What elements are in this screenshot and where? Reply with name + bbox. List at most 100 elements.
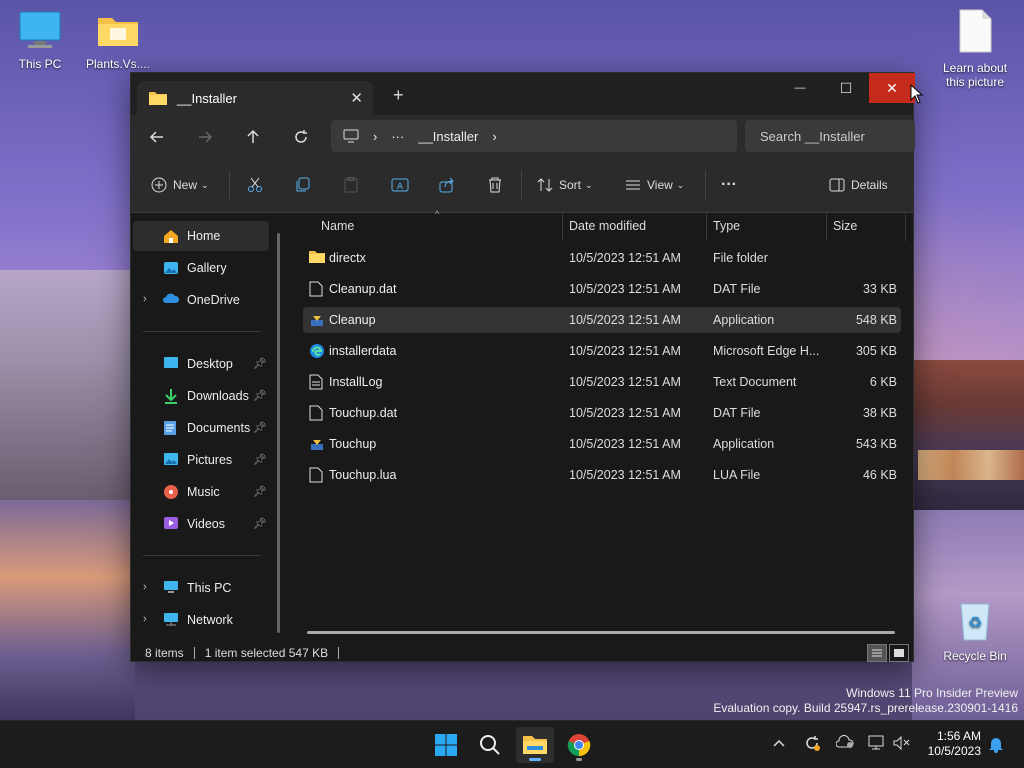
sidebar-item-onedrive[interactable]: › OneDrive: [133, 285, 269, 315]
breadcrumb-installer[interactable]: __Installer: [418, 129, 478, 144]
sidebar-item-gallery[interactable]: Gallery: [133, 253, 269, 283]
file-date: 10/5/2023 12:51 AM: [569, 313, 681, 327]
sidebar-item-label: Downloads: [187, 389, 249, 403]
search-button[interactable]: [471, 727, 509, 763]
view-button[interactable]: View ⌄: [625, 173, 684, 197]
desktop-plants-vs[interactable]: Plants.Vs....: [78, 10, 158, 71]
table-row-selected[interactable]: Cleanup 10/5/2023 12:51 AM Application 5…: [303, 307, 901, 333]
column-header-type[interactable]: Type: [713, 219, 740, 233]
watermark-line-1: Windows 11 Pro Insider Preview: [846, 686, 1018, 700]
desktop-recycle-bin[interactable]: ♻ Recycle Bin: [935, 598, 1015, 663]
column-divider[interactable]: [562, 213, 563, 241]
sort-button[interactable]: Sort ⌄: [537, 173, 593, 197]
horizontal-scrollbar[interactable]: [307, 631, 895, 634]
column-header-row: Name ^ Date modified Type Size: [289, 209, 915, 241]
sidebar-item-downloads[interactable]: Downloads 📌︎: [133, 381, 269, 411]
active-indicator: [529, 758, 541, 761]
chevron-right-icon[interactable]: ›: [143, 613, 147, 625]
forward-button[interactable]: [193, 125, 217, 149]
pin-icon[interactable]: 📌︎: [253, 421, 267, 434]
clock[interactable]: 1:56 AM 10/5/2023: [915, 729, 981, 759]
desktop-icon-label: Recycle Bin: [943, 649, 1007, 663]
column-divider[interactable]: [826, 213, 827, 241]
sidebar-item-this-pc[interactable]: › This PC: [133, 573, 269, 603]
minimize-button[interactable]: —: [777, 73, 823, 103]
file-size: 305 KB: [855, 344, 897, 358]
sidebar-item-videos[interactable]: Videos 📌︎: [133, 509, 269, 539]
sidebar-item-pictures[interactable]: Pictures 📌︎: [133, 445, 269, 475]
new-button[interactable]: New ⌄: [151, 173, 209, 197]
sidebar-item-label: Music: [187, 485, 220, 499]
column-divider[interactable]: [706, 213, 707, 241]
column-header-name[interactable]: Name: [321, 219, 354, 233]
sidebar-item-desktop[interactable]: Desktop 📌︎: [133, 349, 269, 379]
column-divider[interactable]: [905, 213, 906, 241]
desktop-this-pc[interactable]: This PC: [0, 10, 80, 71]
taskbar-chrome[interactable]: [560, 727, 598, 763]
details-button[interactable]: Details: [829, 173, 888, 197]
tiles-view-button[interactable]: [889, 644, 909, 662]
wallpaper-water-left: [0, 500, 135, 720]
back-button[interactable]: [145, 125, 169, 149]
file-type: Text Document: [713, 375, 797, 389]
view-list-icon: [626, 180, 640, 190]
start-button[interactable]: [427, 727, 465, 763]
column-header-size[interactable]: Size: [833, 219, 857, 233]
up-button[interactable]: [241, 125, 265, 149]
share-icon: [439, 177, 454, 193]
delete-button[interactable]: [487, 173, 509, 197]
sidebar-item-documents[interactable]: Documents 📌︎: [133, 413, 269, 443]
sidebar-item-label: Videos: [187, 517, 225, 531]
sync-icon[interactable]: [803, 734, 821, 755]
table-row[interactable]: Touchup.dat 10/5/2023 12:51 AM DAT File …: [303, 400, 901, 426]
network-tray-icon[interactable]: [868, 735, 886, 754]
pin-icon[interactable]: 📌︎: [253, 389, 267, 402]
address-bar[interactable]: › ··· __Installer ›: [331, 120, 737, 152]
volume-muted-icon[interactable]: [893, 735, 911, 754]
gallery-icon: [164, 262, 178, 274]
table-row[interactable]: directx 10/5/2023 12:51 AM File folder: [303, 245, 901, 271]
selection-info: 1 item selected 547 KB: [204, 646, 329, 660]
table-row[interactable]: InstallLog 10/5/2023 12:51 AM Text Docum…: [303, 369, 901, 395]
new-tab-button[interactable]: +: [393, 85, 404, 106]
rename-button[interactable]: A: [391, 173, 415, 197]
sidebar-item-home[interactable]: Home: [133, 221, 269, 251]
taskbar-file-explorer[interactable]: [516, 727, 554, 763]
desktop-learn-picture[interactable]: Learn about this picture: [935, 8, 1015, 89]
tab-installer[interactable]: __Installer ✕: [137, 81, 373, 115]
sidebar-item-music[interactable]: Music 📌︎: [133, 477, 269, 507]
pin-icon[interactable]: 📌︎: [253, 357, 267, 370]
clock-time: 1:56 AM: [936, 729, 981, 743]
close-tab-icon[interactable]: ✕: [350, 89, 363, 107]
chevron-right-icon[interactable]: ›: [143, 293, 147, 305]
chevron-right-icon[interactable]: ›: [143, 581, 147, 593]
paste-button[interactable]: [343, 173, 365, 197]
close-window-button[interactable]: ✕: [869, 73, 915, 103]
pin-icon[interactable]: 📌︎: [253, 485, 267, 498]
table-row[interactable]: installerdata 10/5/2023 12:51 AM Microso…: [303, 338, 901, 364]
music-icon: [164, 485, 178, 499]
table-row[interactable]: Cleanup.dat 10/5/2023 12:51 AM DAT File …: [303, 276, 901, 302]
column-header-date[interactable]: Date modified: [569, 219, 646, 233]
maximize-button[interactable]: ☐: [823, 73, 869, 103]
tab-title: __Installer: [177, 90, 237, 106]
refresh-button[interactable]: [289, 125, 313, 149]
cut-button[interactable]: [247, 173, 269, 197]
more-options-button[interactable]: ···: [721, 173, 737, 197]
onedrive-tray-icon[interactable]: [835, 734, 854, 752]
sidebar-scrollbar[interactable]: [277, 233, 280, 633]
sidebar-item-network[interactable]: › Network: [133, 605, 269, 635]
pin-icon[interactable]: 📌︎: [253, 517, 267, 530]
table-row[interactable]: Touchup.lua 10/5/2023 12:51 AM LUA File …: [303, 462, 901, 488]
share-button[interactable]: [439, 173, 461, 197]
show-hidden-icons-icon[interactable]: [772, 735, 786, 751]
folder-icon: [98, 18, 138, 46]
details-view-button[interactable]: [867, 644, 887, 662]
table-row[interactable]: Touchup 10/5/2023 12:51 AM Application 5…: [303, 431, 901, 457]
breadcrumb-more[interactable]: ···: [391, 129, 404, 144]
windows-watermark: Windows 11 Pro Insider Preview Evaluatio…: [713, 686, 1018, 716]
notifications-bell-icon[interactable]: [988, 735, 1004, 756]
pin-icon[interactable]: 📌︎: [253, 453, 267, 466]
copy-button[interactable]: [295, 173, 317, 197]
search-input[interactable]: Search __Installer: [745, 120, 915, 152]
